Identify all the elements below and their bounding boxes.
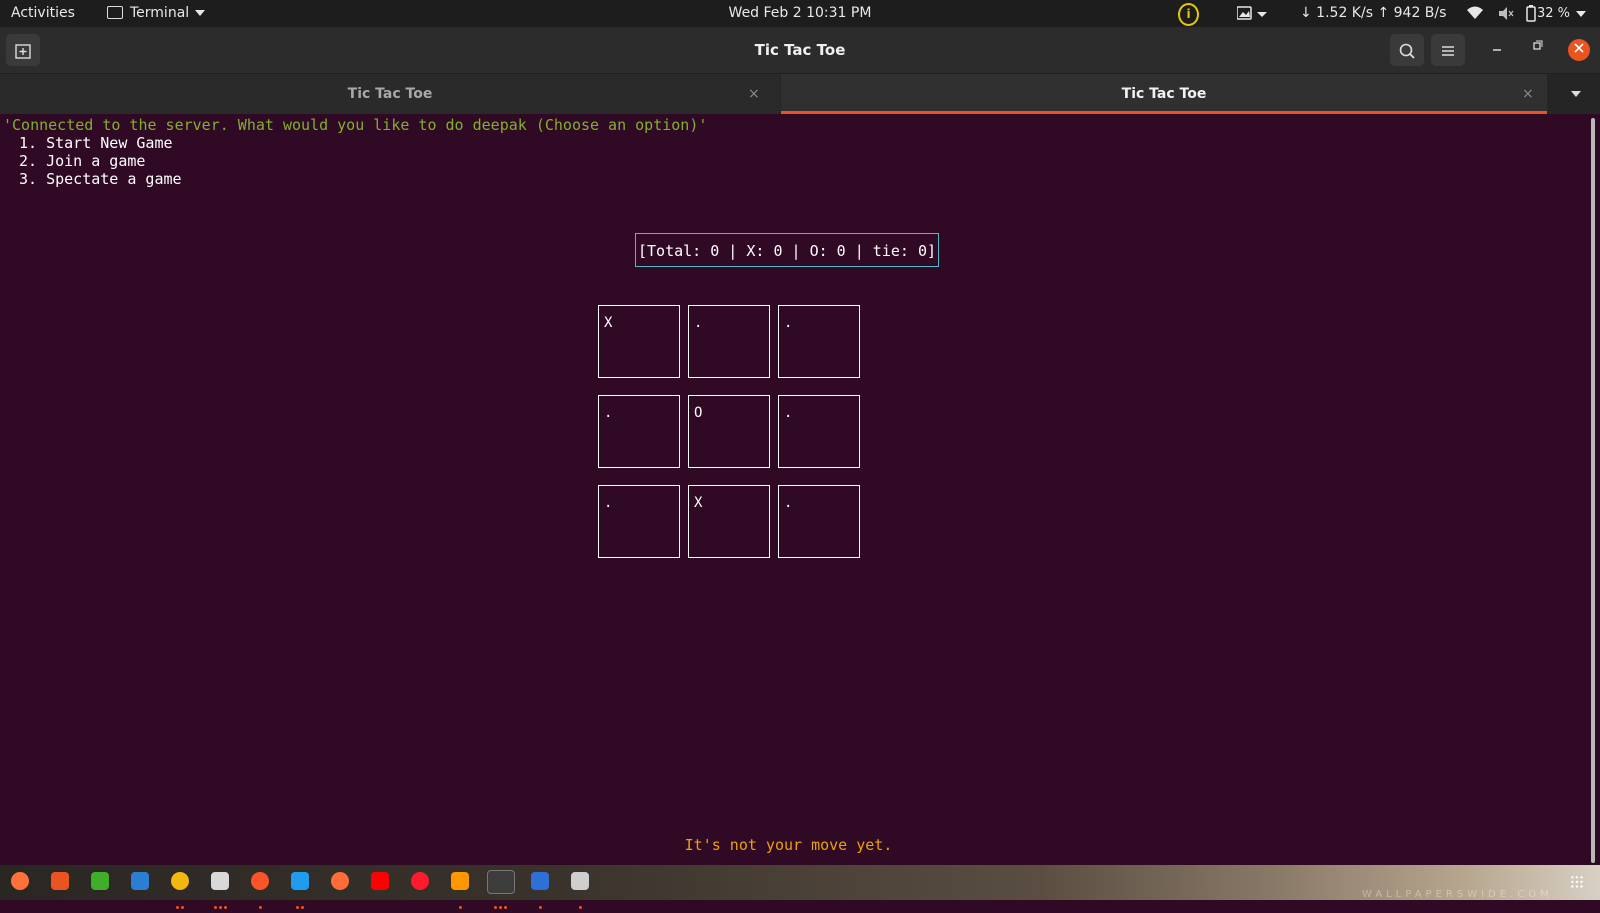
picture-icon [1236,6,1267,20]
youtube-icon[interactable] [371,872,389,890]
battery-indicator[interactable]: 32 % [1525,0,1587,27]
vertical-scrollbar[interactable] [1591,118,1595,863]
running-indicator [578,894,584,909]
writer-icon[interactable] [531,872,549,890]
server-status-line: 'Connected to the server. What would you… [3,116,708,134]
menu-option-start-new-game: 1. Start New Game [19,134,173,152]
header-bar: Tic Tac Toe [0,27,1600,74]
running-indicator [213,894,229,909]
search-icon [1399,43,1415,59]
battery-percent: 32 % [1537,6,1571,21]
show-applications-icon[interactable] [1570,875,1584,889]
tab-label: Tic Tac Toe [1121,86,1207,102]
running-indicator [176,894,186,909]
tab-tic-tac-toe-1[interactable]: Tic Tac Toe × [0,74,780,114]
inkscape-icon[interactable] [91,872,109,890]
board-cell: . [778,305,860,378]
firefox-icon[interactable] [11,872,29,890]
move-status-message: It's not your move yet. [684,836,893,854]
search-button[interactable] [1390,34,1424,66]
running-indicator [493,894,509,909]
sublime-text-icon[interactable] [451,872,469,890]
tab-close-icon[interactable]: × [748,74,760,114]
running-indicator [538,894,544,909]
restore-icon [1533,40,1543,50]
board-cell: . [778,485,860,558]
chevron-down-icon [1576,10,1587,17]
volume-muted-icon[interactable] [1497,0,1515,27]
software-center-icon[interactable] [51,872,69,890]
opera-icon[interactable] [411,872,429,890]
scoreboard: [Total: 0 | X: 0 | O: 0 | tie: 0] [635,233,939,267]
close-window-button[interactable] [1568,39,1590,61]
running-indicator [458,894,464,909]
top-bar: Activities Terminal Wed Feb 2 10:31 PM i… [0,0,1600,27]
running-indicator [258,894,264,909]
network-speed[interactable]: ↓ 1.52 K/s ↑ 942 B/s [1300,0,1446,27]
restore-button[interactable] [1527,35,1547,63]
tab-tic-tac-toe-2[interactable]: Tic Tac Toe × [781,74,1547,114]
board-cell: . [598,485,680,558]
menu-option-join-game: 2. Join a game [19,152,146,170]
menu-option-spectate-game: 3. Spectate a game [19,170,182,188]
files-icon[interactable] [211,872,229,890]
tab-bar: Tic Tac Toe × Tic Tac Toe × [0,74,1600,114]
close-icon [1574,43,1584,53]
tab-label: Tic Tac Toe [347,86,433,102]
vscode-icon[interactable] [291,872,309,890]
tab-list-dropdown-icon[interactable] [1571,91,1581,97]
hamburger-icon [1442,45,1454,56]
board-cell: . [598,395,680,468]
brave-icon[interactable] [251,872,269,890]
terminal-output[interactable]: 'Connected to the server. What would you… [0,114,1600,865]
board-cell: X [598,305,680,378]
battery-icon [1526,5,1536,22]
board-cell: X [688,485,770,558]
info-icon[interactable]: i [1178,3,1199,26]
dock: WALLPAPERSWIDE.COM [0,865,1600,909]
board-cell: . [778,395,860,468]
window-title: Tic Tac Toe [754,41,846,59]
tab-close-icon[interactable]: × [1522,74,1534,114]
running-indicator [296,894,306,909]
board-cell: O [688,395,770,468]
minimize-button[interactable] [1487,35,1507,63]
terminal-icon[interactable] [487,870,515,894]
wifi-icon[interactable] [1466,0,1484,27]
thunderbird-icon[interactable] [131,872,149,890]
text-editor-icon[interactable] [571,872,589,890]
hamburger-menu-button[interactable] [1431,34,1465,66]
board-cell: . [688,305,770,378]
postman-icon[interactable] [331,872,349,890]
image-indicator[interactable] [1236,0,1269,27]
chrome-icon[interactable] [171,872,189,890]
wallpaper-watermark: WALLPAPERSWIDE.COM [1362,889,1553,900]
minimize-icon [1493,49,1501,51]
